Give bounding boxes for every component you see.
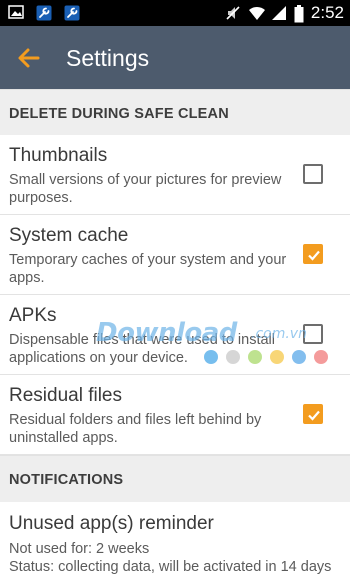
page-title: Settings <box>66 45 150 71</box>
checkmark-icon <box>308 250 320 261</box>
wrench-icon <box>64 5 80 21</box>
wrench-icon <box>36 5 52 21</box>
checkmark-icon <box>308 410 320 421</box>
reminder-period: Not used for: 2 weeks <box>9 541 150 557</box>
apks-checkbox[interactable] <box>303 324 323 344</box>
section-header-safe-clean: DELETE DURING SAFE CLEAN <box>0 89 350 135</box>
arrow-left-icon <box>18 48 40 68</box>
setting-row-unused-app-reminder[interactable]: Unused app(s) reminder Not used for: 2 w… <box>0 502 350 583</box>
section-header-notifications: NOTIFICATIONS <box>0 455 350 502</box>
setting-description: Temporary caches of your system and your… <box>9 252 287 286</box>
status-time: 2:52 <box>310 3 344 22</box>
setting-title: Residual files <box>9 385 122 406</box>
setting-description: Residual folders and files left behind b… <box>9 412 262 446</box>
mute-icon <box>225 5 241 21</box>
battery-icon <box>294 5 304 23</box>
setting-description: Small versions of your pictures for prev… <box>9 172 282 206</box>
setting-description: Dispensable files that were used to inst… <box>9 332 275 366</box>
setting-row-residual-files[interactable]: Residual files Residual folders and file… <box>0 375 350 455</box>
back-button[interactable] <box>14 43 44 73</box>
setting-title: APKs <box>9 305 57 326</box>
system-cache-checkbox[interactable] <box>303 244 323 264</box>
setting-title: Thumbnails <box>9 145 108 166</box>
setting-row-apks[interactable]: APKs Dispensable files that were used to… <box>0 295 350 375</box>
setting-row-thumbnails[interactable]: Thumbnails Small versions of your pictur… <box>0 135 350 215</box>
reminder-status: Status: collecting data, will be activat… <box>9 559 332 575</box>
wifi-icon <box>248 5 265 21</box>
residual-files-checkbox[interactable] <box>303 404 323 424</box>
status-bar: 2:52 <box>0 0 350 26</box>
setting-title: System cache <box>9 225 129 246</box>
signal-icon <box>271 5 287 21</box>
image-icon <box>8 5 24 21</box>
setting-row-system-cache[interactable]: System cache Temporary caches of your sy… <box>0 215 350 295</box>
app-bar: Settings <box>0 26 350 89</box>
setting-title: Unused app(s) reminder <box>9 513 214 534</box>
thumbnails-checkbox[interactable] <box>303 164 323 184</box>
